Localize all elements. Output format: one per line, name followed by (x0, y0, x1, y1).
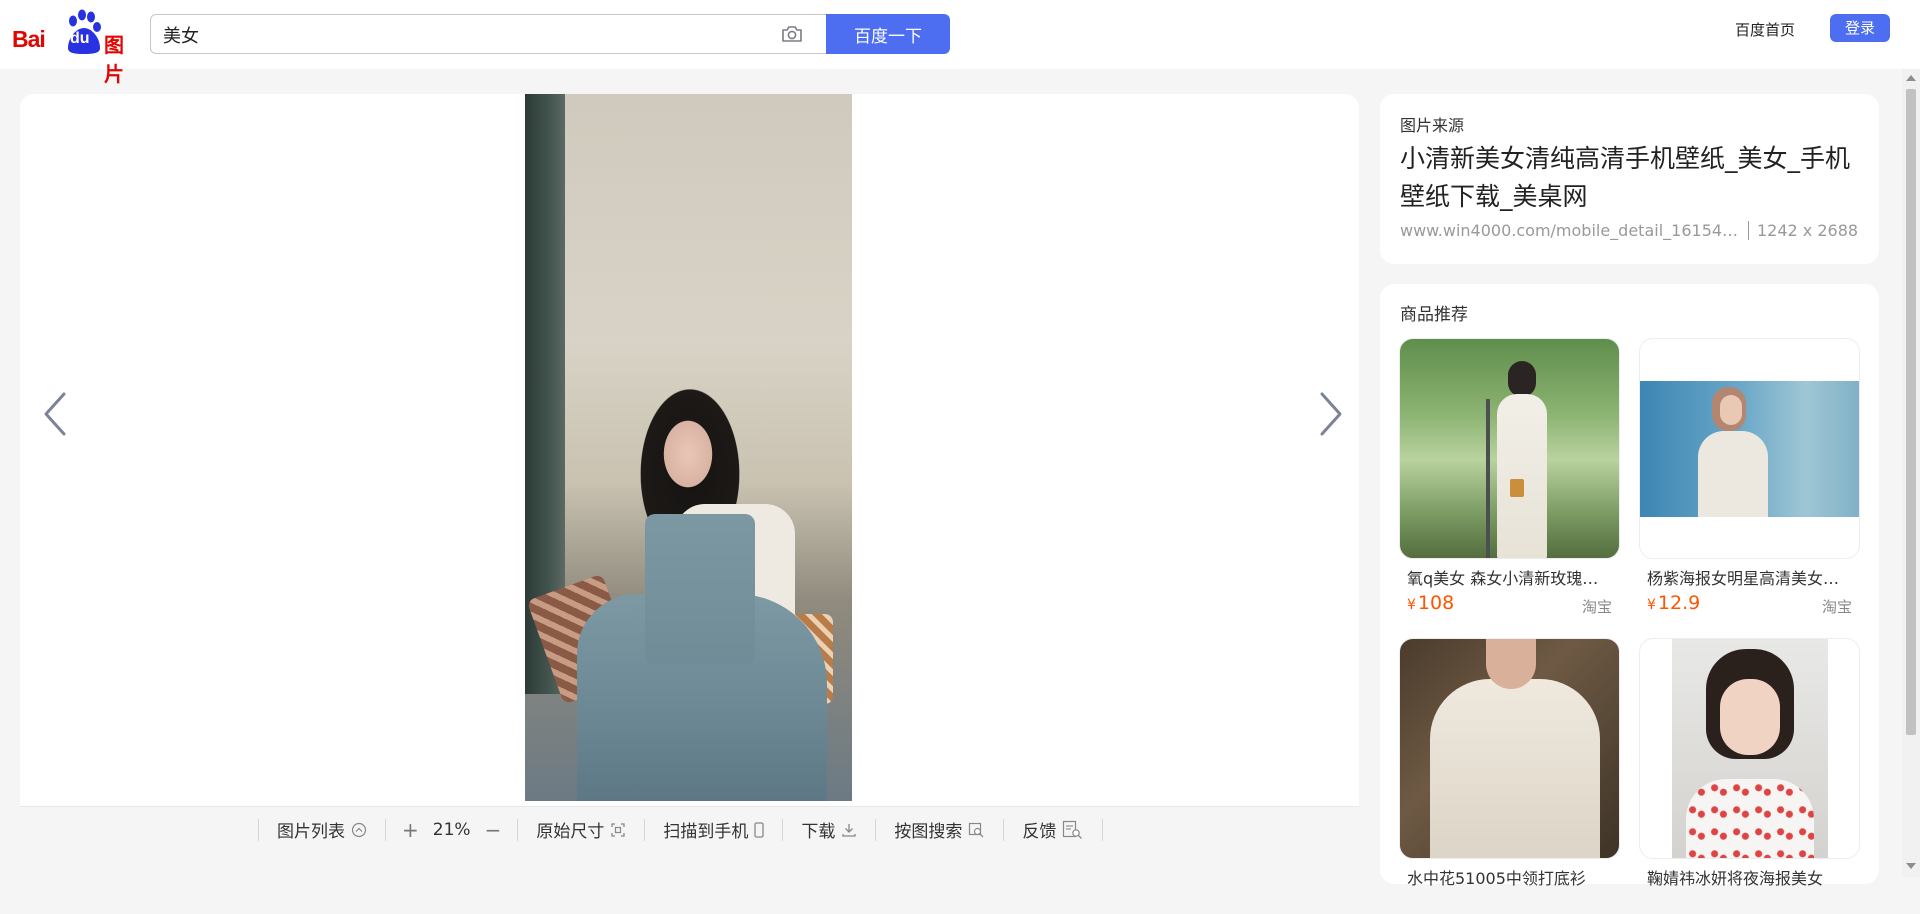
top-header: Bai du 图片 百度一下 百度首页 登录 (0, 0, 1920, 86)
search-by-image-label: 按图搜索 (894, 822, 963, 842)
login-button[interactable]: 登录 (1830, 14, 1890, 42)
image-dimensions: 1242 x 2688 (1748, 221, 1859, 240)
product-price (1407, 892, 1409, 914)
product-shop: 淘宝 (1581, 598, 1612, 616)
image-source-card: 图片来源 小清新美女清纯高清手机壁纸_美女_手机壁纸下载_美桌网 www.win… (1380, 94, 1879, 264)
scroll-up-arrow-icon[interactable] (1906, 75, 1916, 81)
product-name[interactable]: 杨紫海报女明星高清美女写真海报 (1639, 565, 1860, 589)
product-name[interactable]: 水中花51005中领打底衫 (1399, 865, 1620, 889)
download-button[interactable]: 下载 (783, 807, 875, 851)
scan-to-phone-label: 扫描到手机 (663, 822, 749, 842)
product-name[interactable]: 氧q美女 森女小清新玫瑰印花连衣裙 (1399, 565, 1620, 589)
source-label: 图片来源 (1400, 116, 1465, 135)
feedback-button[interactable]: 反馈 (1004, 807, 1102, 851)
image-list-button[interactable]: 图片列表 (259, 807, 385, 851)
zoom-out-button[interactable]: − (485, 818, 502, 842)
product-card[interactable]: 氧q美女 森女小清新玫瑰印花连衣裙 ¥108 淘宝 (1399, 338, 1620, 616)
product-name[interactable]: 鞠婧祎冰妍将夜海报美女 (1639, 865, 1860, 889)
baidu-home-link[interactable]: 百度首页 (1735, 19, 1795, 40)
product-card[interactable]: 水中花51005中领打底衫 (1399, 638, 1620, 914)
product-card[interactable]: 鞠婧祎冰妍将夜海报美女 (1639, 638, 1860, 914)
search-button[interactable]: 百度一下 (826, 14, 950, 54)
search-by-image-button[interactable]: 按图搜索 (876, 807, 1003, 851)
main-photo[interactable] (525, 94, 852, 801)
baidu-image-logo[interactable]: Bai du 图片 (12, 8, 140, 86)
image-search-icon (969, 822, 984, 837)
search-input[interactable] (161, 21, 765, 49)
product-recommendations: 商品推荐 氧q美女 森女小清新玫瑰印花连衣裙 ¥108 淘宝 杨紫海报女明星高清… (1380, 284, 1879, 888)
product-price: ¥108 (1407, 592, 1455, 614)
logo-du-text: du (70, 30, 90, 47)
product-card[interactable]: 杨紫海报女明星高清美女写真海报 ¥12.9 淘宝 (1639, 338, 1860, 616)
source-title-link[interactable]: 小清新美女清纯高清手机壁纸_美女_手机壁纸下载_美桌网 (1400, 140, 1865, 216)
camera-icon[interactable] (781, 24, 803, 44)
zoom-control: + 21% − (386, 818, 517, 842)
logo-tupian-text: 图片 (104, 33, 124, 86)
source-meta: www.win4000.com/mobile_detail_161540.htm… (1400, 221, 1859, 240)
image-viewer: 图片列表 + 21% − 原始尺寸 扫描到手机 下载 按图搜索 反馈 (20, 94, 1359, 851)
zoom-in-button[interactable]: + (402, 818, 419, 842)
feedback-icon (1063, 820, 1083, 839)
logo-bai-text: Bai (12, 26, 46, 52)
previous-image-arrow-icon[interactable] (36, 384, 76, 444)
scan-to-phone-button[interactable]: 扫描到手机 (645, 807, 782, 851)
download-label: 下载 (801, 822, 836, 842)
product-price: ¥12.9 (1647, 592, 1701, 614)
phone-icon (754, 821, 764, 838)
source-url-link[interactable]: www.win4000.com/mobile_detail_161540.htm… (1400, 221, 1740, 240)
chevron-up-circle-icon (351, 822, 367, 837)
page-scrollbar[interactable] (1902, 69, 1920, 877)
zoom-level: 21% (432, 819, 471, 840)
next-image-arrow-icon[interactable] (1310, 384, 1350, 444)
download-icon (842, 823, 856, 837)
recommendations-title: 商品推荐 (1400, 305, 1468, 325)
image-list-label: 图片列表 (277, 822, 345, 842)
viewer-toolbar: 图片列表 + 21% − 原始尺寸 扫描到手机 下载 按图搜索 反馈 (20, 806, 1359, 851)
product-image[interactable] (1639, 338, 1860, 559)
search-box (150, 14, 826, 54)
product-price (1647, 892, 1649, 914)
original-size-label: 原始尺寸 (536, 822, 605, 842)
product-shop: 淘宝 (1821, 598, 1852, 616)
expand-icon (611, 822, 625, 837)
product-image[interactable] (1639, 638, 1860, 859)
scrollbar-thumb[interactable] (1906, 89, 1916, 735)
feedback-label: 反馈 (1022, 822, 1057, 842)
product-image[interactable] (1399, 338, 1620, 559)
product-image[interactable] (1399, 638, 1620, 859)
scroll-down-arrow-icon[interactable] (1906, 863, 1916, 869)
original-size-button[interactable]: 原始尺寸 (518, 807, 644, 851)
